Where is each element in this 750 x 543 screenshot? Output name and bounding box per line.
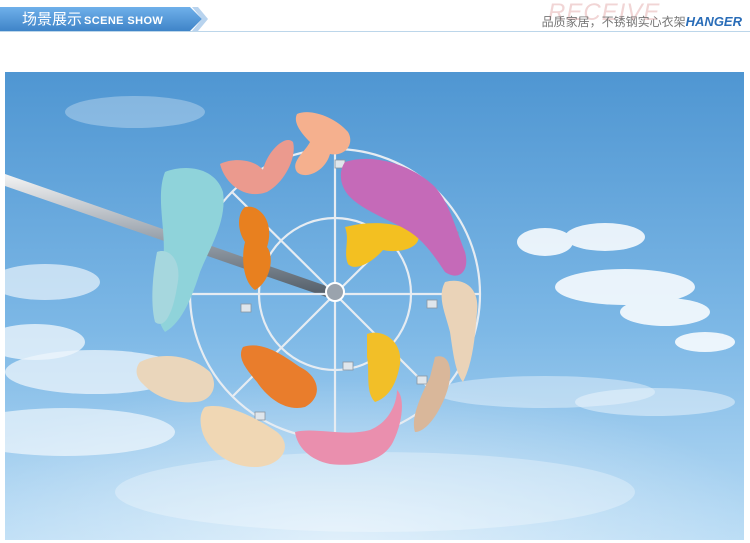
section-header: 场景展示 SCENE SHOW RECEIVE 品质家居，不锈钢实心衣架HANGE…: [0, 0, 750, 40]
section-title-zh: 场景展示: [22, 10, 83, 28]
slogan-zh: 品质家居，不锈钢实心衣架: [541, 15, 686, 29]
hanger-photo-icon: [5, 72, 744, 540]
section-tab: 场景展示 SCENE SHOW: [0, 7, 208, 31]
section-title-en: SCENE SHOW: [84, 15, 164, 27]
product-detail-page: 场景展示 SCENE SHOW RECEIVE 品质家居，不锈钢实心衣架HANGE…: [0, 0, 750, 543]
header-slogan: 品质家居，不锈钢实心衣架HANGER: [542, 13, 742, 31]
scene-photo: [5, 72, 744, 540]
header-divider: [0, 31, 750, 32]
section-title: 场景展示 SCENE SHOW: [22, 10, 163, 28]
slogan-en: HANGER: [685, 14, 742, 29]
